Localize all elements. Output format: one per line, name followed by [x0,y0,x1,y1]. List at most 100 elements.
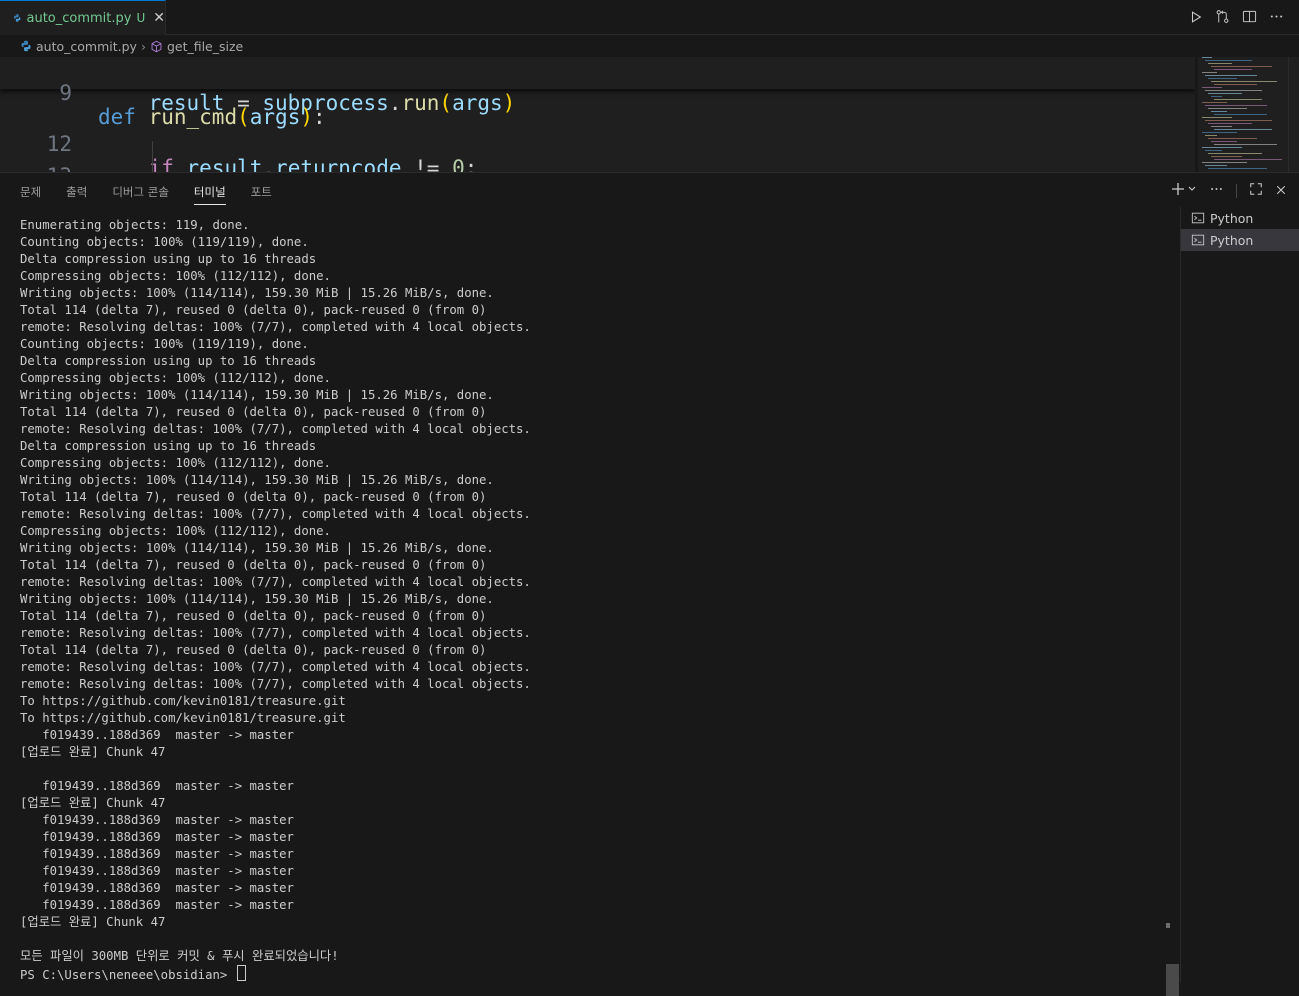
terminal-line: remote: Resolving deltas: 100% (7/7), co… [20,575,531,589]
minimap-line [1208,78,1237,79]
terminal-line: f019439..188d369 master -> master [20,864,294,878]
scrollbar-thumb[interactable] [1166,964,1179,996]
bottom-panel: 문제 출력 디버그 콘솔 터미널 포트 Enumerating objects:… [0,172,1299,996]
breadcrumb-symbol-label: get_file_size [166,38,244,54]
terminal-line: f019439..188d369 master -> master [20,830,294,844]
minimap-line [1208,168,1267,169]
minimap[interactable] [1198,57,1288,172]
minimap-line [1211,141,1237,142]
terminal-list: Python Python [1180,207,1299,983]
minimap-line [1208,108,1247,109]
terminal-line: Compressing objects: 100% (112/112), don… [20,371,331,385]
minimap-line [1211,81,1277,82]
tab-output[interactable]: 출력 [66,184,87,205]
python-file-icon [14,14,21,22]
terminal-icon [1191,212,1205,224]
editor-actions [1187,8,1285,25]
terminal-item-label: Python [1210,210,1254,226]
terminal-line: Counting objects: 100% (119/119), done. [20,337,309,351]
minimap-line [1205,60,1252,61]
terminal-line: Total 114 (delta 7), reused 0 (delta 0),… [20,609,487,623]
breadcrumb-file-label: auto_commit.py [36,38,137,54]
sticky-scroll-line[interactable]: 9 def run_cmd(args): [0,57,1195,129]
terminal-cursor [236,965,246,981]
tab-debug-console[interactable]: 디버그 콘솔 [112,184,169,205]
more-actions-icon[interactable] [1209,182,1224,200]
minimap-line [1214,114,1267,115]
terminal-prompt: PS C:\Users\neneee\obsidian> [20,968,235,982]
tab-ports[interactable]: 포트 [251,184,272,205]
terminal-item-python[interactable]: Python [1181,229,1299,251]
minimap-line [1211,126,1232,127]
git-status-badge: U [136,11,146,25]
terminal-line: f019439..188d369 master -> master [20,779,294,793]
terminal-line: f019439..188d369 master -> master [20,898,294,912]
code-token: : [313,105,326,129]
terminal-line: Total 114 (delta 7), reused 0 (delta 0),… [20,558,487,572]
minimap-line [1205,105,1267,106]
minimap-line [1205,120,1272,121]
terminal-output[interactable]: Enumerating objects: 119, done. Counting … [20,217,1160,982]
breadcrumb-file[interactable]: auto_commit.py [20,39,137,54]
minimap-line [1214,129,1272,130]
code-token: def [98,105,136,129]
minimap-line [1211,156,1242,157]
editor-tab-bar: auto_commit.py U ✕ [0,0,1299,35]
terminal-line: [업로드 완료] Chunk 47 [20,915,166,929]
chevron-right-icon: › [140,38,146,54]
tab-close-icon[interactable]: ✕ [153,10,165,26]
breadcrumb: auto_commit.py › get_file_size [20,36,243,56]
minimap-line [1202,117,1232,118]
minimap-line [1214,159,1282,160]
close-panel-icon[interactable] [1275,182,1287,200]
line-number: 9 [59,81,72,105]
run-icon[interactable] [1187,8,1204,25]
minimap-line [1205,135,1217,136]
tab-problems[interactable]: 문제 [20,184,41,205]
minimap-line [1205,75,1257,76]
more-actions-icon[interactable] [1268,8,1285,25]
line-number: 13 [0,164,72,172]
method-cube-icon [151,40,162,52]
split-editor-icon[interactable] [1241,8,1258,25]
minimap-line [1214,99,1262,100]
editor-tab-auto-commit[interactable]: auto_commit.py U ✕ [0,0,166,35]
terminal-line: To https://github.com/kevin0181/treasure… [20,711,346,725]
minimap-line [1214,144,1277,145]
terminal-line: remote: Resolving deltas: 100% (7/7), co… [20,660,531,674]
breadcrumb-symbol[interactable]: get_file_size [150,39,243,54]
minimap-line [1202,57,1212,58]
terminal-prompt-line[interactable]: PS C:\Users\neneee\obsidian> [20,965,1160,982]
minimap-line [1211,96,1222,97]
new-terminal-icon[interactable] [1171,182,1197,200]
minimap-line [1202,72,1217,73]
terminal-line: Writing objects: 100% (114/114), 159.30 … [20,388,494,402]
minimap-line [1202,102,1227,103]
terminal-line: Total 114 (delta 7), reused 0 (delta 0),… [20,405,487,419]
minimap-line [1208,63,1232,64]
open-changes-icon[interactable] [1214,8,1231,25]
terminal-line: Delta compression using up to 16 threads [20,252,317,266]
terminal-scrollbar[interactable] [1166,217,1179,996]
terminal-line: To https://github.com/kevin0181/treasure… [20,694,346,708]
tab-terminal[interactable]: 터미널 [193,184,226,205]
terminal-item-python[interactable]: Python [1181,207,1299,229]
minimap-line [1211,66,1272,67]
python-file-icon [21,40,31,52]
minimap-line [1208,138,1257,139]
code-editor[interactable]: 11 result = subprocess.run(args) 9 def r… [0,57,1195,172]
terminal-line: Writing objects: 100% (114/114), 159.30 … [20,473,494,487]
minimap-line [1202,147,1242,148]
terminal-line: Total 114 (delta 7), reused 0 (delta 0),… [20,303,487,317]
editor-scrollbar[interactable] [1288,57,1299,172]
minimap-line [1208,153,1262,154]
panel-actions [1171,182,1287,200]
terminal-line: Total 114 (delta 7), reused 0 (delta 0),… [20,643,487,657]
terminal-line: f019439..188d369 master -> master [20,728,294,742]
terminal-item-label: Python [1210,232,1254,248]
maximize-panel-icon[interactable] [1249,182,1263,200]
minimap-line [1205,150,1222,151]
terminal-line: Delta compression using up to 16 threads [20,354,317,368]
